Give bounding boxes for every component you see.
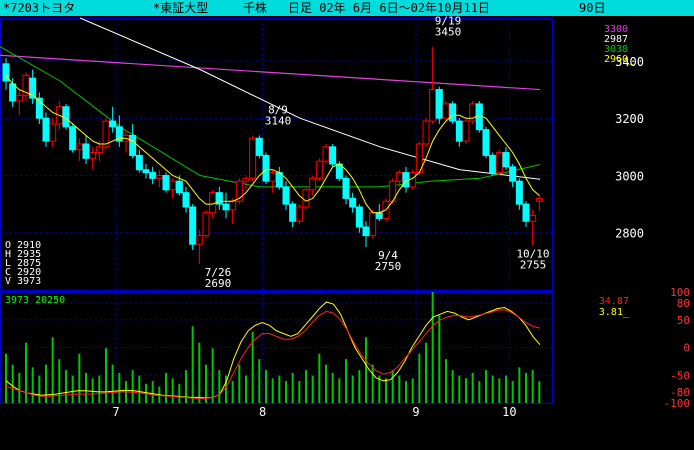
candle-body xyxy=(129,134,137,156)
candle-body xyxy=(149,172,157,179)
candle-body xyxy=(515,180,523,205)
candle-body xyxy=(82,143,90,159)
candle-body xyxy=(202,212,210,237)
candle-body xyxy=(475,103,483,131)
candle-body xyxy=(509,166,517,182)
candle-body xyxy=(369,212,377,237)
candle-body xyxy=(355,206,363,228)
oscillator-tick-label: 0 xyxy=(683,342,690,355)
candle-body xyxy=(289,203,297,222)
candle-body xyxy=(329,146,337,165)
candle-body xyxy=(442,103,450,119)
candle-body xyxy=(269,172,277,182)
candle-body xyxy=(495,152,503,174)
candle-body xyxy=(409,172,417,188)
candle-body xyxy=(342,177,350,199)
candle-body xyxy=(155,174,163,179)
annotation-price: 2755 xyxy=(520,259,547,272)
candle-body xyxy=(95,146,103,154)
annotation-price: 2690 xyxy=(205,277,232,290)
candle-body xyxy=(429,89,437,122)
candle-body xyxy=(455,120,463,142)
annotation-price: 3450 xyxy=(435,26,462,39)
oscillator-tick-label: -100 xyxy=(664,397,691,410)
oscillator-readout: 34.87 xyxy=(599,296,629,307)
candle-body xyxy=(449,103,457,122)
candle-body xyxy=(315,160,323,179)
oscillator-tick-label: 50 xyxy=(677,314,690,327)
candle-body xyxy=(89,152,97,159)
candle-body xyxy=(135,154,143,171)
volume-readout: 3973 20250 xyxy=(5,295,65,306)
annotation-price: 3140 xyxy=(265,114,292,127)
price-tick-label: 3000 xyxy=(615,169,644,183)
candle-body xyxy=(189,206,197,245)
candle-body xyxy=(302,189,310,208)
candle-body xyxy=(249,137,257,179)
candle-body xyxy=(362,226,370,237)
candle-body xyxy=(222,203,230,211)
candle-body xyxy=(309,177,317,191)
candle-body xyxy=(482,129,490,156)
candle-body xyxy=(229,200,237,211)
candle-body xyxy=(262,154,270,182)
candle-body xyxy=(49,123,57,142)
candle-body xyxy=(282,186,290,205)
candle-body xyxy=(502,152,510,168)
oscillator-tick-label: 80 xyxy=(677,297,690,310)
oscillator-readout: 3.81_ xyxy=(599,307,630,318)
candle-body xyxy=(169,180,177,191)
month-tick-label: 10 xyxy=(502,405,516,419)
candle-body xyxy=(69,126,77,151)
ma-legend-value: 2960_ xyxy=(604,54,635,65)
candle-body xyxy=(195,235,203,245)
candle-body xyxy=(75,143,83,151)
candle-body xyxy=(322,146,330,162)
candle-body xyxy=(109,120,117,128)
candle-body xyxy=(529,215,537,222)
month-tick-label: 9 xyxy=(412,405,419,419)
candle-body xyxy=(295,206,303,222)
candle-body xyxy=(182,192,190,208)
candle-body xyxy=(522,203,530,222)
candle-body xyxy=(242,177,250,182)
candle-body xyxy=(489,154,497,174)
candle-body xyxy=(535,197,543,202)
candle-body xyxy=(175,180,183,194)
candle-body xyxy=(462,120,470,142)
candle-body xyxy=(395,172,403,182)
long-ma-line xyxy=(0,54,541,91)
candle-body xyxy=(142,169,150,174)
price-tick-label: 2800 xyxy=(615,227,644,241)
month-tick-label: 8 xyxy=(259,405,266,419)
candle-body xyxy=(375,212,383,219)
annotation-price: 2750 xyxy=(375,260,402,273)
ohlc-readout: V 3973 xyxy=(5,276,41,287)
candle-body xyxy=(9,83,17,102)
month-tick-label: 7 xyxy=(112,405,119,419)
price-tick-label: 3200 xyxy=(615,112,644,126)
stock-chart: 34003200300028007 8 9 1010080500-50-80-1008… xyxy=(0,15,691,419)
candle-body xyxy=(255,137,263,156)
candle-body xyxy=(422,120,430,145)
candle-body xyxy=(42,117,50,142)
candle-body xyxy=(15,94,23,102)
candle-body xyxy=(349,197,357,208)
oscillator-tick-label: -50 xyxy=(670,369,690,382)
candle-body xyxy=(435,89,443,119)
candle-body xyxy=(162,174,170,191)
